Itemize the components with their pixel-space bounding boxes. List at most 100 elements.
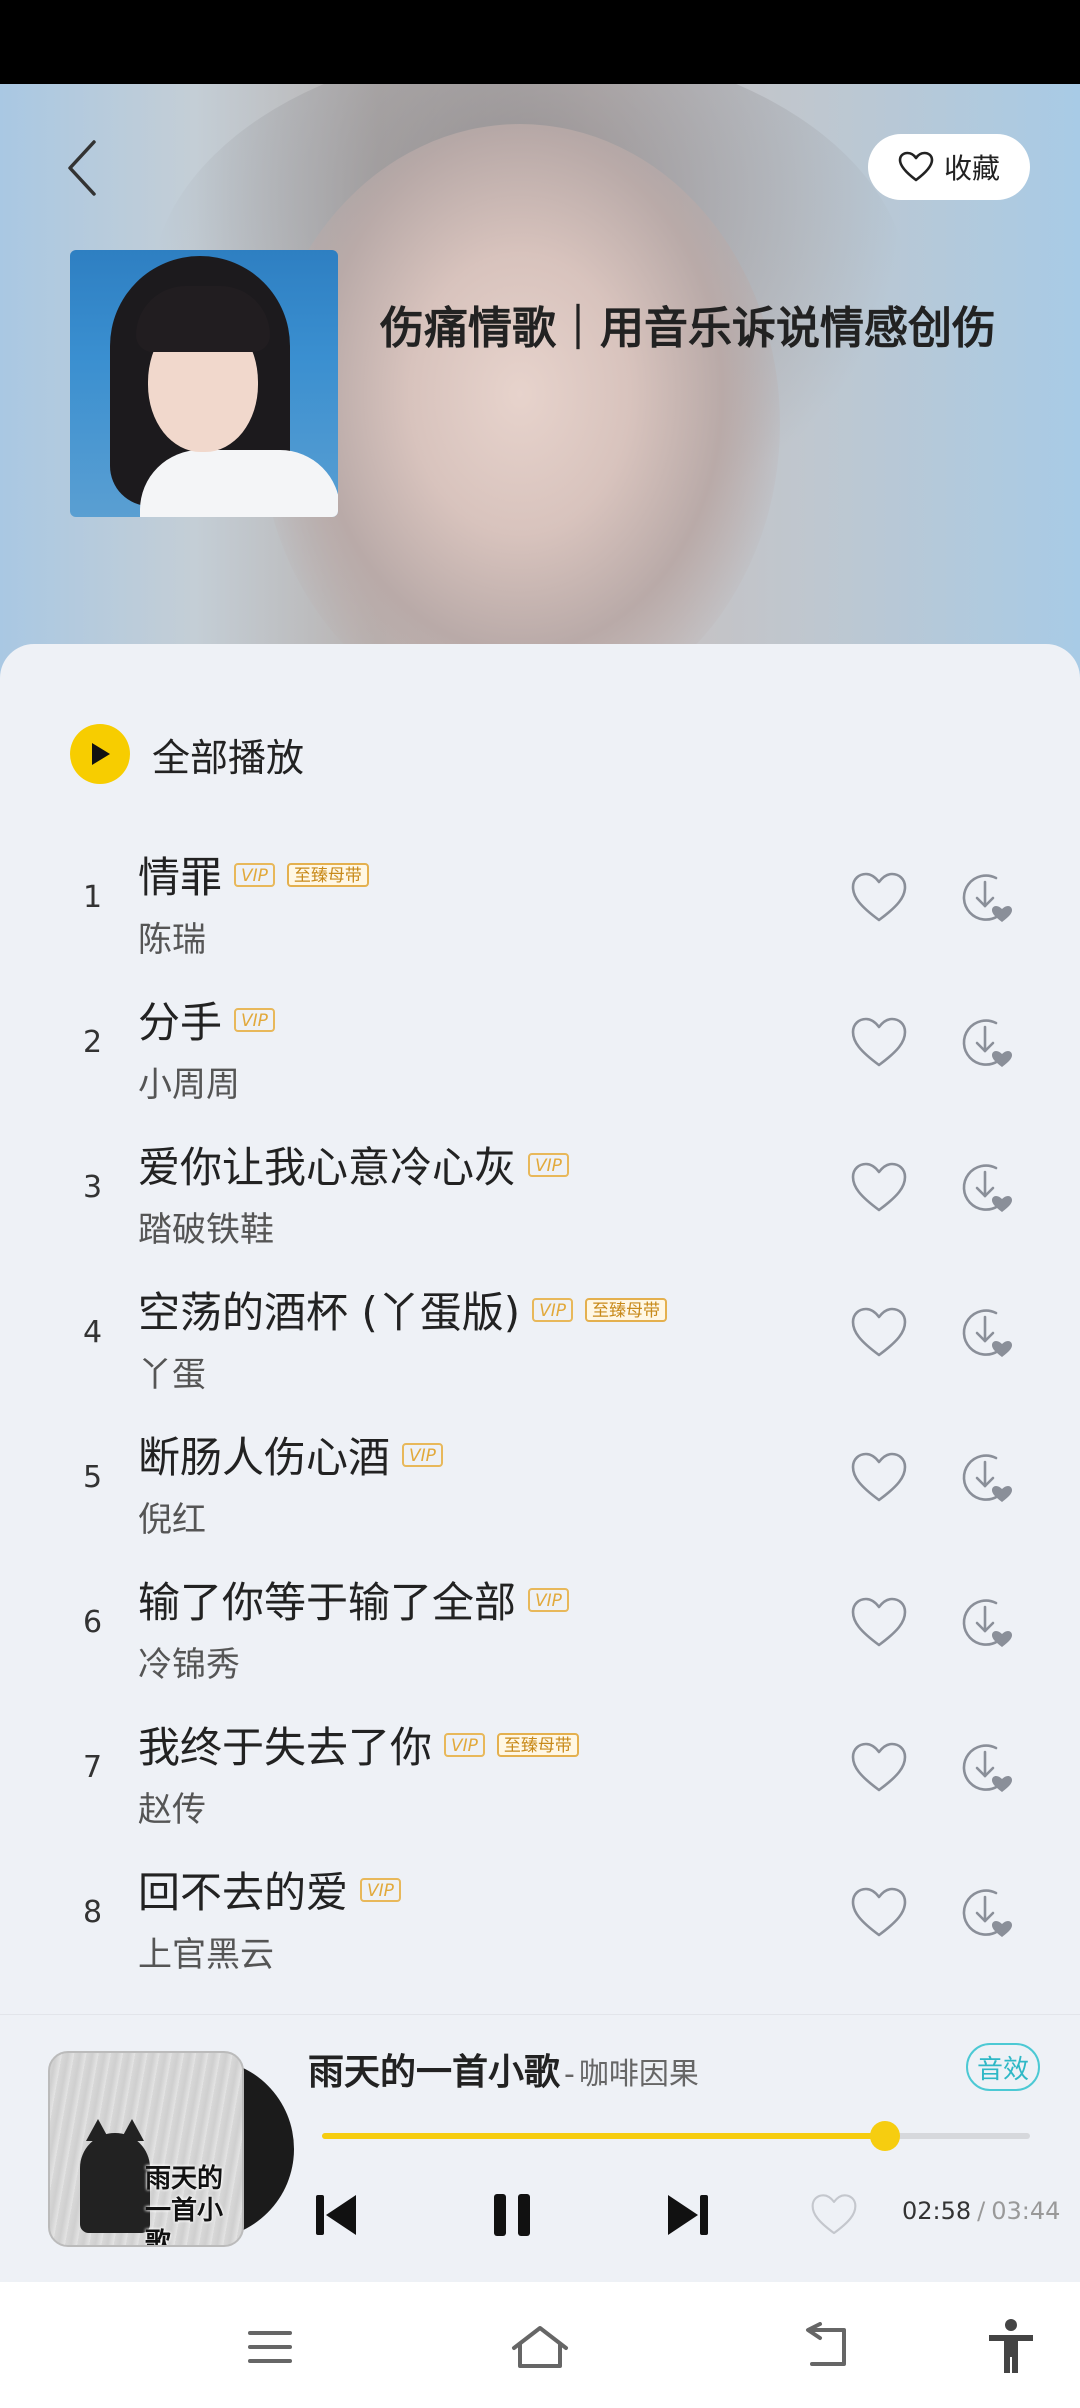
now-playing-cover[interactable]: 雨天的一首小歌 xyxy=(48,2051,294,2247)
song-artist: 丫蛋 xyxy=(138,1355,206,1395)
accessibility-icon xyxy=(989,2319,1033,2373)
play-all-label: 全部播放 xyxy=(152,735,305,780)
cat-illustration xyxy=(80,2133,150,2233)
song-artist: 赵传 xyxy=(138,1790,206,1830)
song-row[interactable]: 8 回不去的爱 VIP 上官黑云 xyxy=(0,1845,1080,1990)
song-title: 回不去的爱 xyxy=(138,1868,349,1917)
song-row[interactable]: 2 分手 VIP 小周周 xyxy=(0,975,1080,1120)
playlist-cover xyxy=(70,250,338,517)
playlist-title: 伤痛情歌｜用音乐诉说情感创伤 xyxy=(380,303,996,354)
previous-button[interactable] xyxy=(308,2183,364,2247)
song-index: 2 xyxy=(82,1025,103,1060)
master-quality-badge: 至臻母带 xyxy=(585,1297,668,1322)
play-icon xyxy=(70,724,130,784)
like-current-button[interactable] xyxy=(804,2183,864,2247)
song-index: 7 xyxy=(82,1750,103,1785)
download-icon[interactable] xyxy=(958,1591,1014,1655)
mini-player[interactable]: 雨天的一首小歌 雨天的一首小歌 - 咖啡因果 音效 02:58/03:44 xyxy=(0,2014,1080,2282)
song-index: 4 xyxy=(82,1315,103,1350)
progress-slider[interactable] xyxy=(322,2121,1030,2151)
vip-badge: VIP xyxy=(444,1732,485,1757)
menu-button[interactable] xyxy=(235,2312,305,2382)
song-row[interactable]: 7 我终于失去了你 VIP 至臻母带 赵传 xyxy=(0,1700,1080,1845)
current-time: 02:58 xyxy=(902,2197,972,2225)
download-icon[interactable] xyxy=(958,1011,1014,1075)
master-quality-badge: 至臻母带 xyxy=(286,862,369,887)
back-icon xyxy=(806,2322,846,2366)
song-index: 1 xyxy=(82,880,103,915)
song-row[interactable]: 6 输了你等于输了全部 VIP 冷锦秀 xyxy=(0,1555,1080,1700)
song-title: 输了你等于输了全部 xyxy=(138,1578,517,1627)
download-icon[interactable] xyxy=(958,1736,1014,1800)
song-artist: 上官黑云 xyxy=(138,1935,274,1975)
vip-badge: VIP xyxy=(532,1297,574,1322)
skip-previous-icon xyxy=(316,2195,356,2235)
heart-outline-icon[interactable] xyxy=(850,1305,908,1361)
song-index: 8 xyxy=(82,1895,103,1930)
song-index: 5 xyxy=(82,1460,103,1495)
song-row[interactable]: 3 爱你让我心意冷心灰 VIP 踏破铁鞋 xyxy=(0,1120,1080,1265)
favorite-label: 收藏 xyxy=(943,152,1000,185)
song-row[interactable]: 5 断肠人伤心酒 VIP 倪红 xyxy=(0,1410,1080,1555)
favorite-button[interactable]: 收藏 xyxy=(868,134,1030,200)
song-index: 6 xyxy=(82,1605,103,1640)
skip-next-icon xyxy=(668,2195,708,2235)
song-title: 情罪 xyxy=(138,853,223,902)
home-button[interactable] xyxy=(505,2312,575,2382)
heart-outline-icon[interactable] xyxy=(850,870,908,926)
download-icon[interactable] xyxy=(958,1881,1014,1945)
song-title: 爱你让我心意冷心灰 xyxy=(138,1143,517,1192)
download-icon[interactable] xyxy=(958,1156,1014,1220)
vip-badge: VIP xyxy=(402,1442,443,1467)
heart-outline-icon xyxy=(811,2194,857,2235)
title-separator: - xyxy=(564,2057,575,2092)
song-row[interactable]: 4 空荡的酒杯 (丫蛋版) VIP 至臻母带 丫蛋 xyxy=(0,1265,1080,1410)
total-time: 03:44 xyxy=(991,2197,1061,2225)
playback-time: 02:58/03:44 xyxy=(902,2197,1060,2225)
master-quality-badge: 至臻母带 xyxy=(496,1732,579,1757)
pause-button[interactable] xyxy=(484,2183,540,2247)
progress-thumb[interactable] xyxy=(869,2121,900,2151)
song-artist: 冷锦秀 xyxy=(138,1645,240,1685)
time-separator: / xyxy=(977,2197,986,2225)
now-playing-artist: 咖啡因果 xyxy=(578,2057,699,2092)
download-icon[interactable] xyxy=(958,1301,1014,1365)
song-row[interactable]: 1 情罪 VIP 至臻母带 陈瑞 xyxy=(0,830,1080,975)
song-list: 1 情罪 VIP 至臻母带 陈瑞 2 分手 VIP 小周周 3 爱你让我心意冷心… xyxy=(0,830,1080,2010)
sound-effect-button[interactable]: 音效 xyxy=(966,2043,1040,2091)
heart-outline-icon[interactable] xyxy=(850,1160,908,1216)
heart-outline-icon xyxy=(898,151,934,182)
song-artist: 踏破铁鞋 xyxy=(138,1210,274,1250)
vip-badge: VIP xyxy=(360,1877,401,1902)
song-artist: 小周周 xyxy=(138,1065,240,1105)
download-icon[interactable] xyxy=(958,1446,1014,1510)
heart-outline-icon[interactable] xyxy=(850,1015,908,1071)
heart-outline-icon[interactable] xyxy=(850,1595,908,1651)
home-icon xyxy=(512,2326,568,2368)
progress-fill xyxy=(322,2133,885,2139)
song-artist: 陈瑞 xyxy=(138,920,206,960)
now-playing-title[interactable]: 雨天的一首小歌 - 咖啡因果 xyxy=(308,2043,699,2095)
back-button[interactable] xyxy=(52,128,112,208)
heart-outline-icon[interactable] xyxy=(850,1740,908,1796)
heart-outline-icon[interactable] xyxy=(850,1885,908,1941)
download-icon[interactable] xyxy=(958,866,1014,930)
system-navigation-bar xyxy=(0,2282,1080,2408)
play-all-button[interactable]: 全部播放 xyxy=(70,724,304,784)
next-button[interactable] xyxy=(660,2183,716,2247)
menu-icon xyxy=(248,2331,292,2363)
cover-lettering: 雨天的一首小歌 xyxy=(145,2164,224,2247)
song-artist: 倪红 xyxy=(138,1500,206,1540)
song-title: 我终于失去了你 xyxy=(138,1723,433,1772)
back-nav-button[interactable] xyxy=(790,2312,860,2382)
vip-badge: VIP xyxy=(528,1587,569,1612)
vip-badge: VIP xyxy=(234,862,275,887)
vip-badge: VIP xyxy=(234,1007,275,1032)
status-bar xyxy=(0,0,1080,84)
vip-badge: VIP xyxy=(528,1152,569,1177)
heart-outline-icon[interactable] xyxy=(850,1450,908,1506)
accessibility-button[interactable] xyxy=(976,2312,1046,2382)
song-title: 分手 xyxy=(138,998,223,1047)
song-title: 断肠人伤心酒 xyxy=(138,1433,391,1482)
chevron-left-icon xyxy=(68,140,96,196)
